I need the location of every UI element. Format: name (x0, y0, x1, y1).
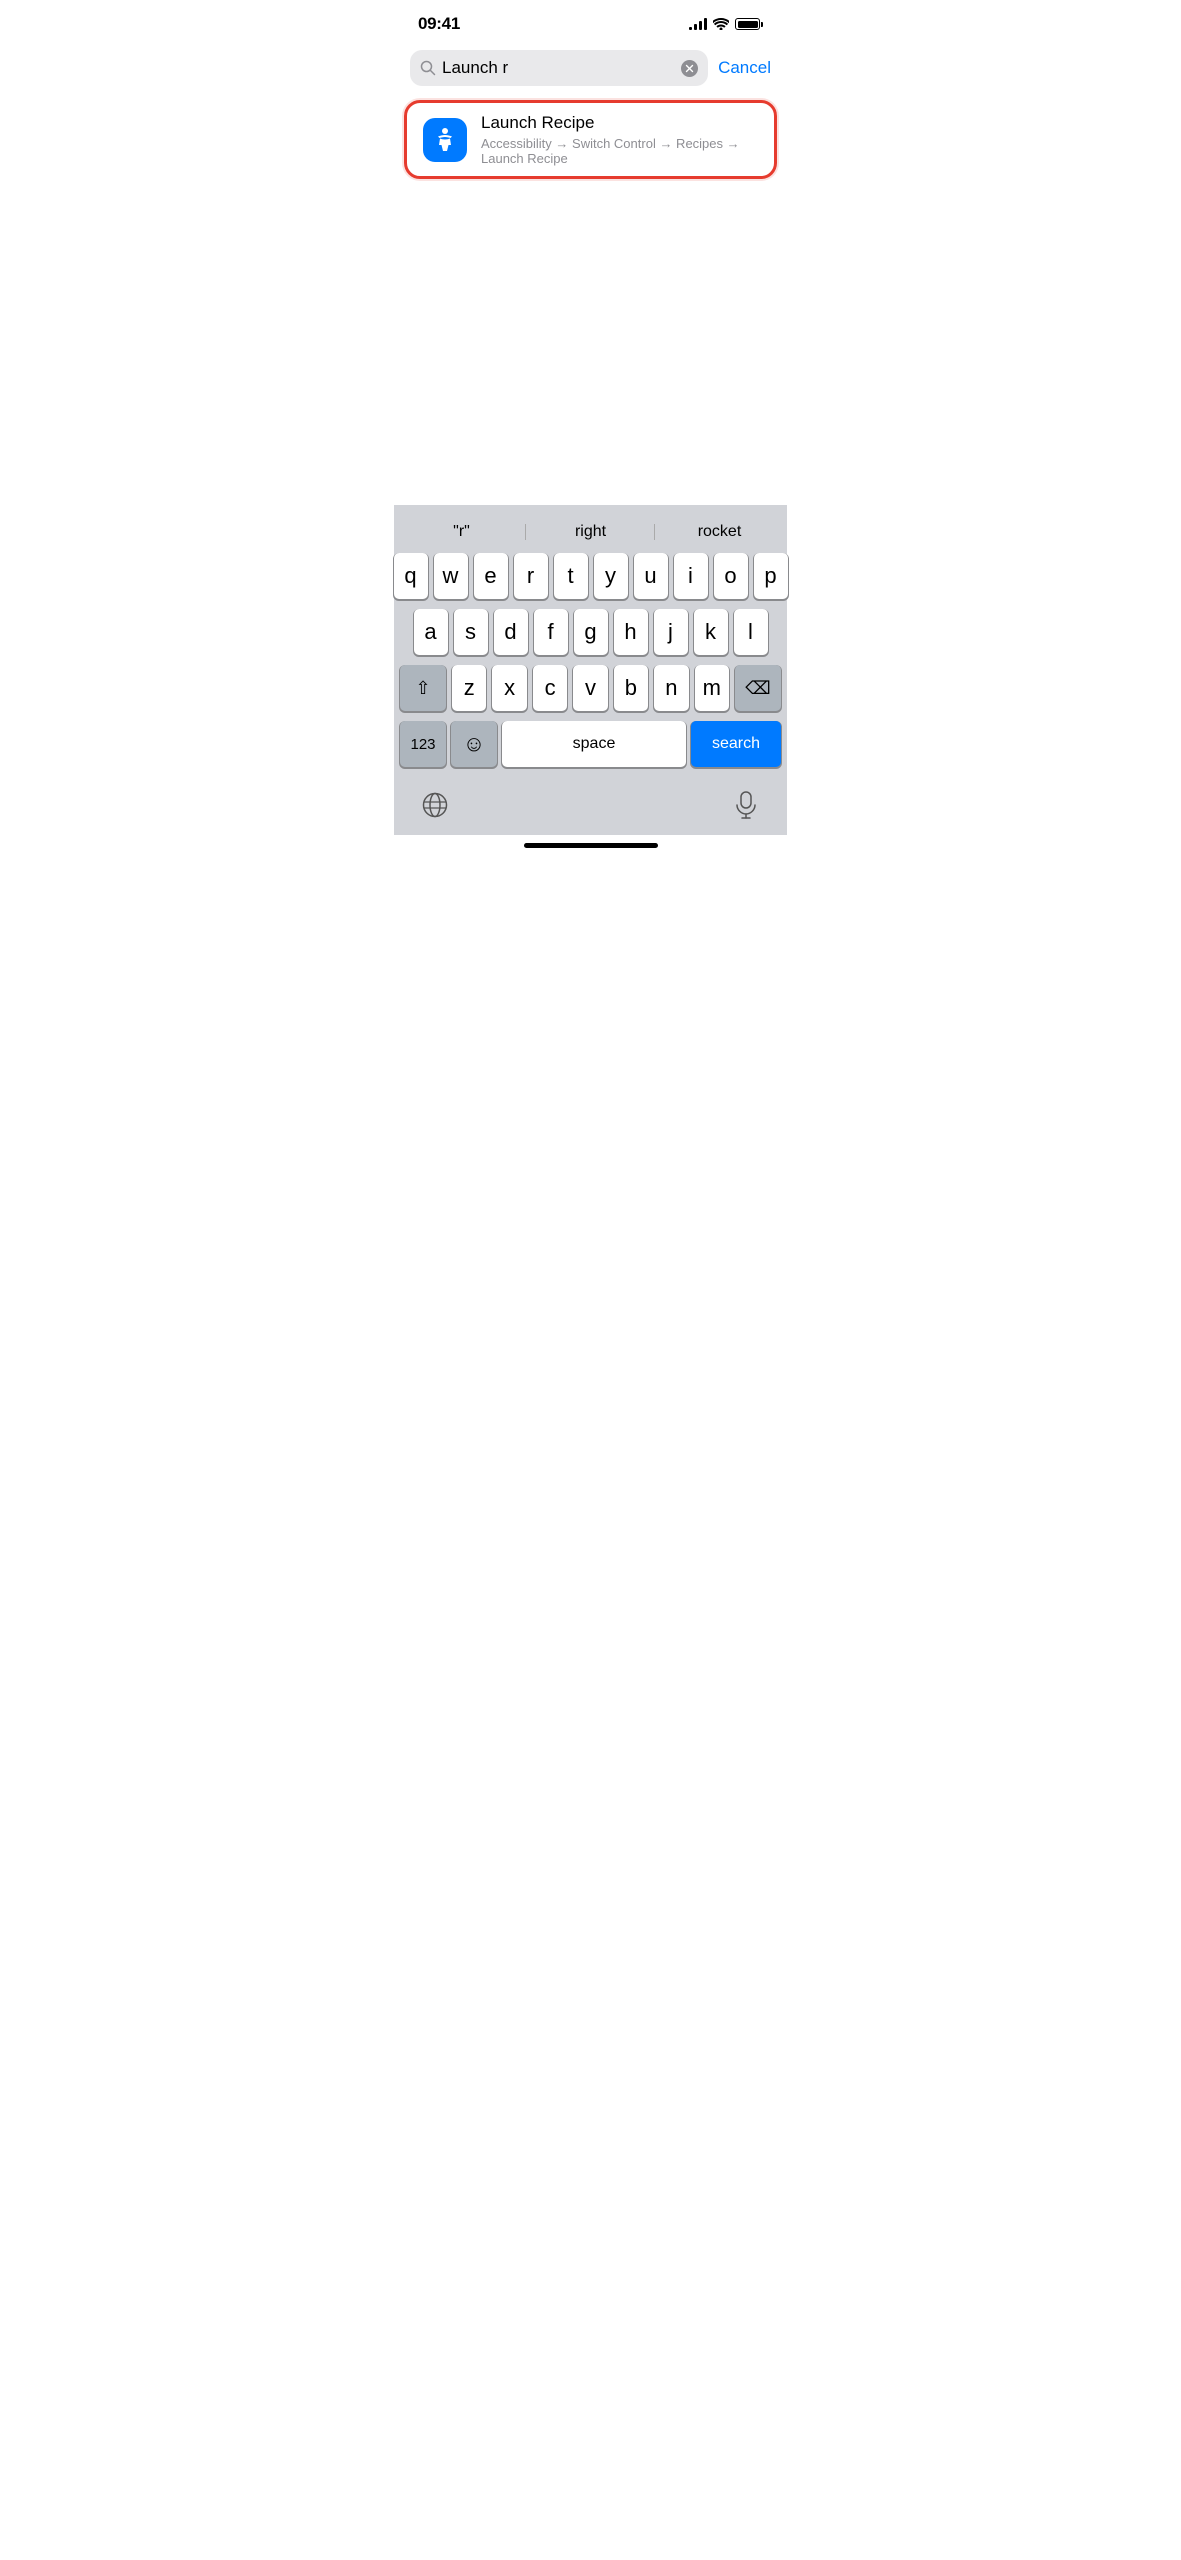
battery-icon (735, 18, 763, 30)
key-s[interactable]: s (454, 609, 488, 655)
cancel-button[interactable]: Cancel (718, 58, 771, 78)
predictive-item-1[interactable]: "r" (397, 519, 526, 545)
key-x[interactable]: x (492, 665, 526, 711)
search-key[interactable]: search (691, 721, 781, 767)
key-g[interactable]: g (574, 609, 608, 655)
key-c[interactable]: c (533, 665, 567, 711)
result-text: Launch Recipe Accessibility → Switch Con… (481, 113, 758, 166)
key-k[interactable]: k (694, 609, 728, 655)
content-area (394, 185, 787, 505)
wifi-icon (713, 18, 729, 30)
key-d[interactable]: d (494, 609, 528, 655)
key-a[interactable]: a (414, 609, 448, 655)
globe-icon[interactable] (413, 783, 457, 827)
search-bar-container: Launch r Cancel (394, 42, 787, 94)
status-icons (689, 18, 763, 30)
predictive-item-2[interactable]: right (526, 519, 655, 545)
accessibility-symbol (430, 125, 460, 155)
result-breadcrumb: Accessibility → Switch Control → Recipes… (481, 136, 758, 166)
key-q[interactable]: q (394, 553, 428, 599)
key-h[interactable]: h (614, 609, 648, 655)
signal-icon (689, 18, 707, 30)
search-input[interactable]: Launch r (442, 58, 675, 78)
emoji-key[interactable]: ☺ (451, 721, 497, 767)
space-key[interactable]: space (502, 721, 686, 767)
delete-key[interactable]: ⌫ (735, 665, 781, 711)
keyboard-row-4: 123 ☺ space search (397, 721, 784, 767)
key-o[interactable]: o (714, 553, 748, 599)
key-u[interactable]: u (634, 553, 668, 599)
key-m[interactable]: m (695, 665, 729, 711)
result-title: Launch Recipe (481, 113, 758, 133)
key-n[interactable]: n (654, 665, 688, 711)
key-w[interactable]: w (434, 553, 468, 599)
microphone-icon[interactable] (724, 783, 768, 827)
key-i[interactable]: i (674, 553, 708, 599)
key-r[interactable]: r (514, 553, 548, 599)
keyboard-row-2: a s d f g h j k l (397, 609, 784, 655)
keyboard-row-3: ⇧ z x c v b n m ⌫ (397, 665, 784, 711)
key-l[interactable]: l (734, 609, 768, 655)
key-f[interactable]: f (534, 609, 568, 655)
bottom-bar (397, 777, 784, 827)
key-v[interactable]: v (573, 665, 607, 711)
shift-key[interactable]: ⇧ (400, 665, 446, 711)
key-e[interactable]: e (474, 553, 508, 599)
home-indicator (524, 843, 658, 848)
status-bar: 09:41 (394, 0, 787, 42)
predictive-item-3[interactable]: rocket (655, 519, 784, 545)
key-b[interactable]: b (614, 665, 648, 711)
accessibility-app-icon (423, 118, 467, 162)
key-j[interactable]: j (654, 609, 688, 655)
keyboard-row-1: q w e r t y u i o p (397, 553, 784, 599)
search-icon (420, 60, 436, 76)
search-results: Launch Recipe Accessibility → Switch Con… (394, 94, 787, 185)
keyboard[interactable]: "r" right rocket q w e r t y u i o p a s… (394, 505, 787, 835)
search-bar[interactable]: Launch r (410, 50, 708, 86)
key-t[interactable]: t (554, 553, 588, 599)
status-time: 09:41 (418, 14, 460, 34)
numbers-key[interactable]: 123 (400, 721, 446, 767)
key-y[interactable]: y (594, 553, 628, 599)
key-p[interactable]: p (754, 553, 788, 599)
search-clear-button[interactable] (681, 60, 698, 77)
key-z[interactable]: z (452, 665, 486, 711)
predictive-bar: "r" right rocket (397, 513, 784, 553)
result-item[interactable]: Launch Recipe Accessibility → Switch Con… (404, 100, 777, 179)
